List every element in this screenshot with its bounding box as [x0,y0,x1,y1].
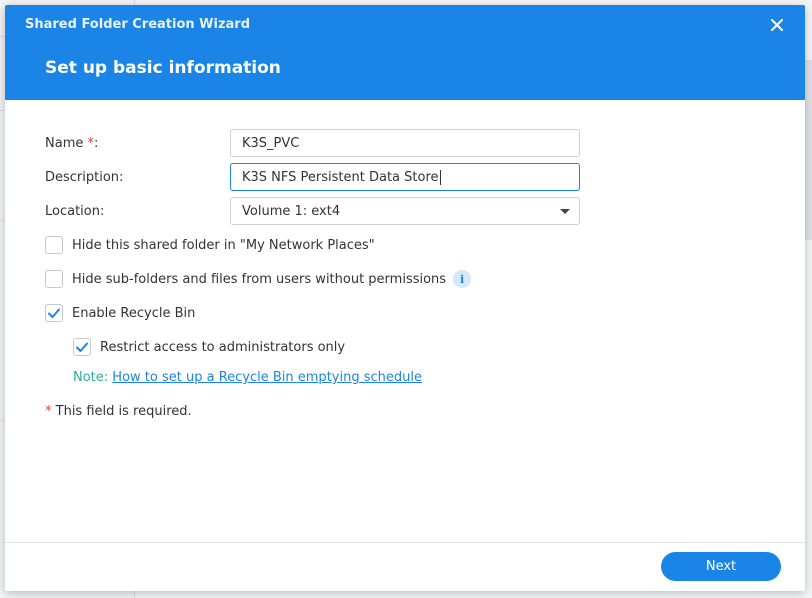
checkmark-icon [48,308,60,318]
location-select[interactable]: Volume 1: ext4 [230,197,580,225]
dialog-body: Name *: K3S_PVC Description: K3S NFS Per… [5,100,805,542]
hide-folder-label: Hide this shared folder in "My Network P… [72,237,375,253]
name-row: Name *: K3S_PVC [45,128,805,158]
hide-folder-checkbox[interactable] [45,236,63,254]
recycle-bin-checkbox[interactable] [45,304,63,322]
hide-subfolders-option[interactable]: Hide sub-folders and files from users wi… [45,268,472,290]
name-label: Name *: [45,136,98,151]
required-note-text: This field is required. [55,404,192,419]
location-label: Location: [45,203,105,219]
name-input[interactable]: K3S_PVC [230,129,580,157]
name-input-value: K3S_PVC [242,135,300,151]
window-title: Shared Folder Creation Wizard [25,17,251,32]
hide-subfolders-checkbox[interactable] [45,270,63,288]
text-caret [439,169,441,185]
chevron-down-icon [560,209,570,214]
description-row: Description: K3S NFS Persistent Data Sto… [45,162,805,192]
recycle-bin-label: Enable Recycle Bin [72,305,196,321]
description-input[interactable]: K3S NFS Persistent Data Store [230,163,580,191]
dialog-header: Shared Folder Creation Wizard Set up bas… [5,5,805,100]
location-row: Location: Volume 1: ext4 [45,196,805,226]
required-field-note: * This field is required. [45,404,192,419]
checkmark-icon [76,342,88,352]
required-mark: * [45,404,52,419]
hide-folder-option[interactable]: Hide this shared folder in "My Network P… [45,234,375,256]
dialog-footer: Next [5,542,805,591]
shared-folder-wizard-dialog: Shared Folder Creation Wizard Set up bas… [5,5,805,591]
info-icon[interactable]: i [453,270,472,288]
recycle-bin-option[interactable]: Enable Recycle Bin [45,302,195,324]
name-label-colon: : [94,135,99,151]
step-title: Set up basic information [45,58,281,78]
close-icon [771,19,783,31]
recycle-bin-note: Note: How to set up a Recycle Bin emptyi… [73,370,422,385]
background-scrollbar [804,60,812,240]
description-label: Description: [45,169,124,185]
name-label-text: Name [45,135,84,151]
next-button[interactable]: Next [661,552,781,581]
note-label: Note: [73,370,109,385]
hide-subfolders-label: Hide sub-folders and files from users wi… [72,271,447,287]
recycle-bin-schedule-link[interactable]: How to set up a Recycle Bin emptying sch… [112,370,422,385]
location-select-value: Volume 1: ext4 [242,203,341,219]
restrict-access-label: Restrict access to administrators only [100,339,346,355]
close-button[interactable] [767,15,787,35]
restrict-access-checkbox[interactable] [73,338,91,356]
description-input-value: K3S NFS Persistent Data Store [242,169,439,185]
restrict-access-option[interactable]: Restrict access to administrators only [73,336,345,358]
